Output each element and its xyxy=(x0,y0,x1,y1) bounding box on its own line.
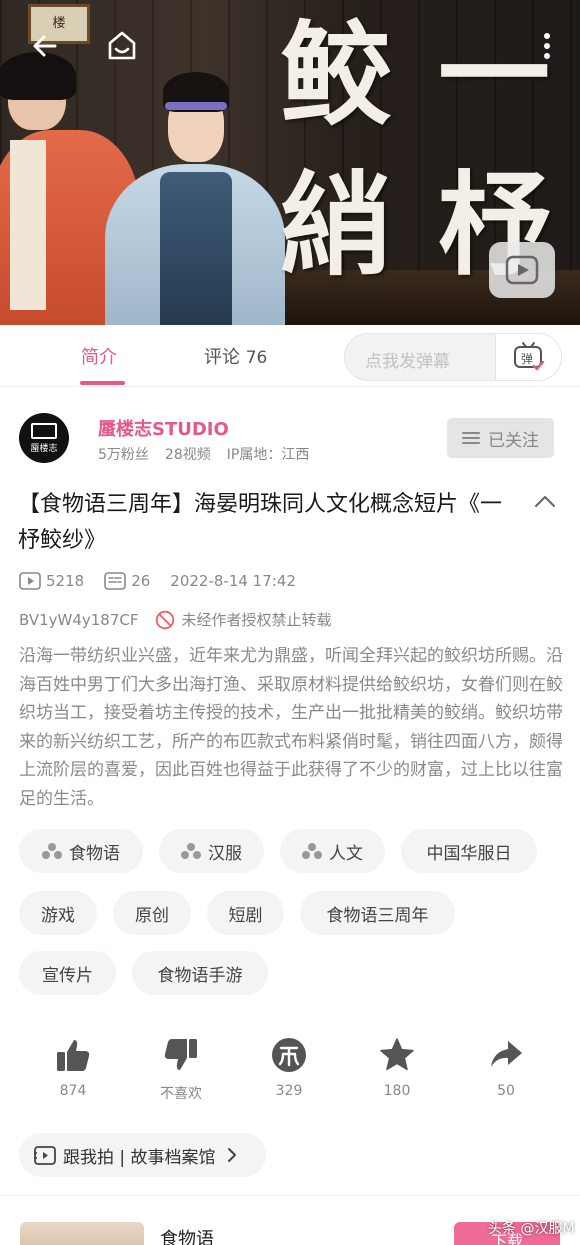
uploader-avatar-mark xyxy=(31,422,57,439)
tag-channel[interactable]: 汉服 xyxy=(159,829,264,873)
coin-count: 329 xyxy=(275,1083,303,1099)
chevron-up-icon xyxy=(535,496,555,507)
video-description: 沿海一带纺织业兴盛，近年来尤为鼎盛，听闻全拜兴起的鲛织坊所赐。沿海百姓中男丁们大… xyxy=(19,646,563,809)
channel-icon xyxy=(42,843,62,859)
no-repost-text: 未经作者授权禁止转载 xyxy=(181,611,332,629)
tag[interactable]: 宣传片 xyxy=(19,951,116,995)
video-meta-row: 5218 26 2022-8-14 17:42 xyxy=(19,572,316,590)
home-tv-icon xyxy=(108,31,136,60)
collapse-button[interactable] xyxy=(532,492,558,512)
share-button[interactable]: 50 xyxy=(466,1035,546,1099)
more-vertical-icon xyxy=(544,33,550,59)
like-count: 874 xyxy=(59,1083,87,1099)
uploader-ip: IP属地：江西 xyxy=(226,447,310,463)
camera-play-icon xyxy=(34,1146,56,1165)
play-icon xyxy=(505,255,539,285)
uploader-name[interactable]: 蜃楼志STUDIO xyxy=(98,415,229,441)
home-button[interactable] xyxy=(102,26,142,66)
tab-comments-count: 76 xyxy=(245,348,268,368)
tab-active-indicator xyxy=(80,381,125,385)
back-arrow-icon xyxy=(33,35,57,57)
danmaku-count-icon xyxy=(104,572,126,590)
tag[interactable]: 短剧 xyxy=(207,891,284,935)
thumbs-up-icon xyxy=(57,1040,90,1071)
follow-shoot-button[interactable]: 跟我拍 | 故事档案馆 xyxy=(19,1133,266,1177)
follow-shoot-label: 跟我拍 | 故事档案馆 xyxy=(63,1147,216,1168)
no-repost-icon xyxy=(155,610,174,629)
tab-comments-label: 评论 xyxy=(204,347,240,368)
tag-label: 人文 xyxy=(329,843,363,864)
dislike-button[interactable]: 不喜欢 xyxy=(141,1035,221,1103)
play-count-value: 5218 xyxy=(46,572,85,590)
tag[interactable]: 中国华服日 xyxy=(401,829,537,873)
more-options-button[interactable] xyxy=(527,26,567,66)
danmaku-count: 26 xyxy=(104,572,150,590)
video-player[interactable]: 楼 鲛 一 綃 杼 xyxy=(0,0,580,325)
related-name[interactable]: 食物语 xyxy=(160,1225,214,1245)
publish-date: 2022-8-14 17:42 xyxy=(170,572,296,590)
back-button[interactable] xyxy=(25,26,65,66)
followed-label: 已关注 xyxy=(488,430,539,451)
related-thumbnail[interactable] xyxy=(20,1222,144,1245)
share-count: 50 xyxy=(497,1083,515,1099)
channel-icon xyxy=(302,843,322,859)
tag-label: 食物语 xyxy=(69,843,120,864)
tab-bar: 简介 评论 76 点我发弹幕 弹 xyxy=(0,325,580,387)
uploader-avatar-text: 蜃楼志 xyxy=(30,443,58,454)
calligraphy-char: 綃 xyxy=(280,160,392,291)
danmaku-count-value: 26 xyxy=(131,572,151,590)
tab-intro[interactable]: 简介 xyxy=(81,343,117,369)
like-button[interactable]: 874 xyxy=(33,1035,113,1099)
tag-channel[interactable]: 人文 xyxy=(280,829,385,873)
uploader-videos: 28视频 xyxy=(164,447,211,463)
tag[interactable]: 食物语手游 xyxy=(132,951,268,995)
play-count-icon xyxy=(19,572,41,590)
tag[interactable]: 原创 xyxy=(113,891,191,935)
coin-icon xyxy=(272,1038,306,1072)
uploader-fans: 5万粉丝 xyxy=(98,447,149,463)
favorite-count: 180 xyxy=(383,1083,411,1099)
uploader-stats: 5万粉丝 28视频 IP属地：江西 xyxy=(98,444,325,464)
uploader-avatar[interactable]: 蜃楼志 xyxy=(19,413,69,463)
tag[interactable]: 游戏 xyxy=(19,891,97,935)
tab-comments[interactable]: 评论 76 xyxy=(204,343,267,369)
bvid: BV1yW4y187CF xyxy=(19,610,139,629)
video-figure-center xyxy=(105,72,285,325)
play-count: 5218 xyxy=(19,572,84,590)
followed-button[interactable]: 已关注 xyxy=(447,418,554,458)
calligraphy-char: 鲛 xyxy=(280,10,392,141)
video-title: 【食物语三周年】海晏明珠同人文化概念短片《一杼鲛纱》 xyxy=(18,492,503,553)
dislike-label: 不喜欢 xyxy=(160,1086,202,1102)
tag-label: 汉服 xyxy=(208,843,242,864)
no-repost-notice: 未经作者授权禁止转载 xyxy=(155,609,332,630)
menu-lines-icon xyxy=(462,432,480,444)
thumbs-down-icon xyxy=(164,1039,197,1070)
danmu-icon: 弹 xyxy=(513,342,544,371)
video-id-row: BV1yW4y187CF 未经作者授权禁止转载 xyxy=(19,609,332,630)
channel-icon xyxy=(181,843,201,859)
section-divider xyxy=(0,1195,580,1196)
tag-channel[interactable]: 食物语 xyxy=(19,829,143,873)
coin-button[interactable]: 329 xyxy=(249,1035,329,1099)
danmu-icon-label: 弹 xyxy=(521,352,533,366)
favorite-button[interactable]: 180 xyxy=(357,1035,437,1099)
share-arrow-icon xyxy=(491,1041,522,1067)
chevron-right-icon xyxy=(227,1148,236,1162)
danmu-settings-button[interactable]: 弹 xyxy=(495,334,561,380)
danmu-input-placeholder: 点我发弹幕 xyxy=(365,352,450,372)
watermark: 头条 @汉服M xyxy=(488,1221,575,1237)
tag[interactable]: 食物语三周年 xyxy=(300,891,455,935)
play-button[interactable] xyxy=(489,242,555,298)
star-icon xyxy=(380,1038,414,1071)
danmu-input[interactable]: 点我发弹幕 弹 xyxy=(344,333,562,381)
